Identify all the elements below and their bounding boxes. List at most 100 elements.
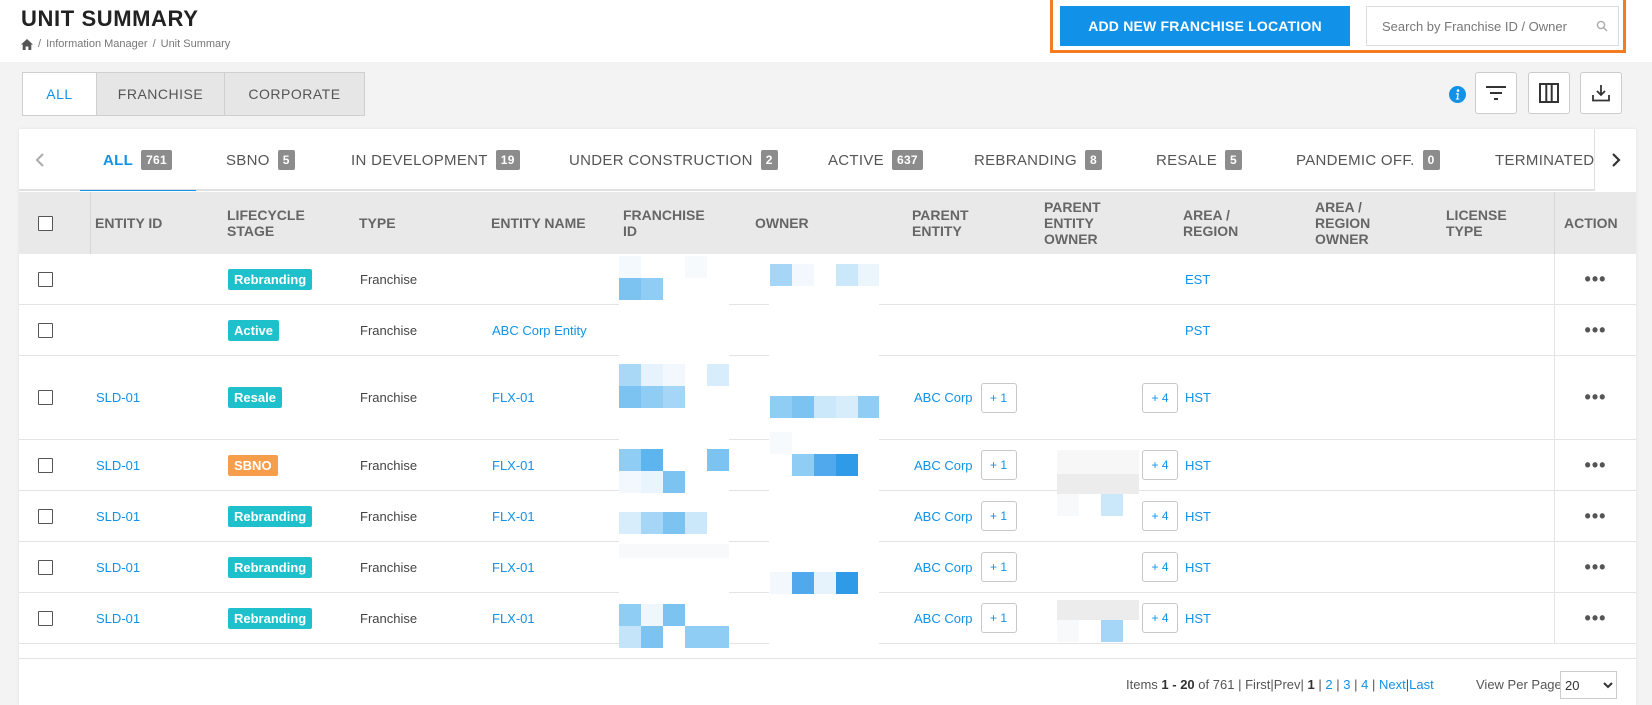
col-owner[interactable]: OWNER <box>755 192 809 254</box>
parent-entity-more-button[interactable]: + 1 <box>980 450 1017 480</box>
col-area-region[interactable]: AREA / REGION <box>1183 192 1263 254</box>
row-checkbox[interactable] <box>38 559 53 575</box>
parent-entity[interactable]: ABC Corp <box>914 458 973 473</box>
tab-rebranding[interactable]: REBRANDING 8 <box>974 129 1102 191</box>
search-input[interactable] <box>1367 7 1587 45</box>
tab-terminated[interactable]: TERMINATED <box>1495 129 1594 191</box>
row-actions-button[interactable]: ••• <box>1554 542 1636 592</box>
entity-name[interactable]: FLX-01 <box>492 593 535 643</box>
select-all-checkbox[interactable] <box>38 215 53 231</box>
col-lifecycle-stage[interactable]: LIFECYCLE STAGE <box>227 192 337 254</box>
filter-corporate[interactable]: CORPORATE <box>225 73 364 115</box>
row-checkbox[interactable] <box>38 322 53 338</box>
parent-entity-more-button[interactable]: + 1 <box>980 382 1017 413</box>
col-parent-entity-owner[interactable]: PARENT ENTITY OWNER <box>1044 192 1124 254</box>
entity-name[interactable]: FLX-01 <box>492 440 535 490</box>
tab-in-development[interactable]: IN DEVELOPMENT 19 <box>351 129 520 191</box>
filter-icon <box>1486 86 1506 100</box>
prev-page-link[interactable]: Prev <box>1274 677 1301 692</box>
row-checkbox[interactable] <box>38 508 53 524</box>
more-horizontal-icon: ••• <box>1584 319 1607 340</box>
first-page-link[interactable]: First <box>1245 677 1270 692</box>
row-checkbox[interactable] <box>38 610 53 626</box>
filter-franchise[interactable]: FRANCHISE <box>97 73 225 115</box>
filter-all[interactable]: ALL <box>23 73 97 115</box>
entity-id[interactable]: SLD-01 <box>96 542 140 592</box>
tab-active[interactable]: ACTIVE 637 <box>828 129 923 191</box>
parent-owner-more-button[interactable]: + 4 <box>1142 552 1178 582</box>
tabs-next-button[interactable] <box>1594 129 1636 191</box>
region[interactable]: HST <box>1185 491 1211 541</box>
parent-entity[interactable]: ABC Corp <box>914 611 973 626</box>
search-icon[interactable] <box>1596 20 1608 32</box>
row-actions-button[interactable]: ••• <box>1554 356 1636 439</box>
entity-name[interactable]: ABC Corp Entity <box>492 305 587 355</box>
col-license-type[interactable]: LICENSE TYPE <box>1446 192 1526 254</box>
col-entity-name[interactable]: ENTITY NAME <box>491 192 586 254</box>
col-area-region-owner[interactable]: AREA / REGION OWNER <box>1315 192 1405 254</box>
home-icon[interactable] <box>21 38 33 50</box>
next-page-link[interactable]: Next <box>1379 677 1406 692</box>
tab-count: 2 <box>760 150 778 170</box>
info-icon[interactable] <box>1449 86 1466 103</box>
per-page-select[interactable]: 20 <box>1560 671 1617 699</box>
region[interactable]: HST <box>1185 356 1211 439</box>
parent-entity-more-button[interactable]: + 1 <box>980 552 1017 582</box>
parent-owner-more-button[interactable]: + 4 <box>1142 450 1178 480</box>
tabs-prev-button[interactable] <box>19 129 61 191</box>
region[interactable]: HST <box>1185 440 1211 490</box>
entity-id[interactable]: SLD-01 <box>96 440 140 490</box>
parent-entity[interactable]: ABC Corp <box>914 560 973 575</box>
entity-id[interactable]: SLD-01 <box>96 593 140 643</box>
region[interactable]: HST <box>1185 593 1211 643</box>
breadcrumb-item[interactable]: Information Manager <box>46 38 148 50</box>
entity-name[interactable]: FLX-01 <box>492 542 535 592</box>
tab-under-construction[interactable]: UNDER CONSTRUCTION 2 <box>569 129 778 191</box>
row-actions-button[interactable]: ••• <box>1554 491 1636 541</box>
entity-name[interactable]: FLX-01 <box>492 491 535 541</box>
col-entity-id[interactable]: ENTITY ID <box>95 192 162 254</box>
row-checkbox[interactable] <box>38 390 53 405</box>
current-page: 1 <box>1307 677 1315 692</box>
entity-id[interactable]: SLD-01 <box>96 356 140 439</box>
parent-entity-more-button[interactable]: + 1 <box>980 501 1017 531</box>
row-actions-button[interactable]: ••• <box>1554 593 1636 643</box>
parent-entity[interactable]: ABC Corp <box>914 509 973 524</box>
type-cell: Franchise <box>360 508 418 524</box>
row-actions-button[interactable]: ••• <box>1554 440 1636 490</box>
parent-entity[interactable]: ABC Corp <box>914 390 973 405</box>
tab-resale[interactable]: RESALE 5 <box>1156 129 1242 191</box>
entity-id[interactable]: SLD-01 <box>96 491 140 541</box>
last-page-link[interactable]: Last <box>1409 677 1434 692</box>
region[interactable]: HST <box>1185 542 1211 592</box>
entity-name[interactable]: FLX-01 <box>492 356 535 439</box>
col-franchise-id[interactable]: FRANCHISE ID <box>623 192 718 254</box>
row-actions-button[interactable]: ••• <box>1554 254 1636 304</box>
tab-count: 637 <box>891 150 923 170</box>
region[interactable]: EST <box>1185 254 1210 304</box>
parent-owner-more-button[interactable]: + 4 <box>1142 382 1178 413</box>
row-checkbox[interactable] <box>38 457 53 473</box>
col-type[interactable]: TYPE <box>359 192 396 254</box>
tab-all[interactable]: ALL 761 <box>80 129 196 191</box>
table-header: ENTITY ID LIFECYCLE STAGE TYPE ENTITY NA… <box>19 192 1636 254</box>
breadcrumb: / Information Manager / Unit Summary <box>21 38 230 50</box>
tab-count: 5 <box>277 150 295 170</box>
tab-sbno[interactable]: SBNO 5 <box>226 129 295 191</box>
row-checkbox[interactable] <box>38 271 53 287</box>
page-link[interactable]: 3 <box>1343 677 1350 692</box>
parent-owner-more-button[interactable]: + 4 <box>1142 603 1178 633</box>
download-button[interactable] <box>1580 72 1622 114</box>
tab-count: 8 <box>1085 150 1102 170</box>
add-franchise-location-button[interactable]: ADD NEW FRANCHISE LOCATION <box>1060 6 1350 46</box>
region[interactable]: PST <box>1185 305 1210 355</box>
row-actions-button[interactable]: ••• <box>1554 305 1636 355</box>
parent-owner-more-button[interactable]: + 4 <box>1142 501 1178 531</box>
tab-pandemic-off[interactable]: PANDEMIC OFF. 0 <box>1296 129 1440 191</box>
parent-entity-more-button[interactable]: + 1 <box>980 603 1017 633</box>
page-link[interactable]: 2 <box>1325 677 1332 692</box>
page-link[interactable]: 4 <box>1361 677 1368 692</box>
filter-button[interactable] <box>1475 72 1517 114</box>
col-parent-entity[interactable]: PARENT ENTITY <box>912 192 987 254</box>
columns-button[interactable] <box>1528 72 1570 114</box>
